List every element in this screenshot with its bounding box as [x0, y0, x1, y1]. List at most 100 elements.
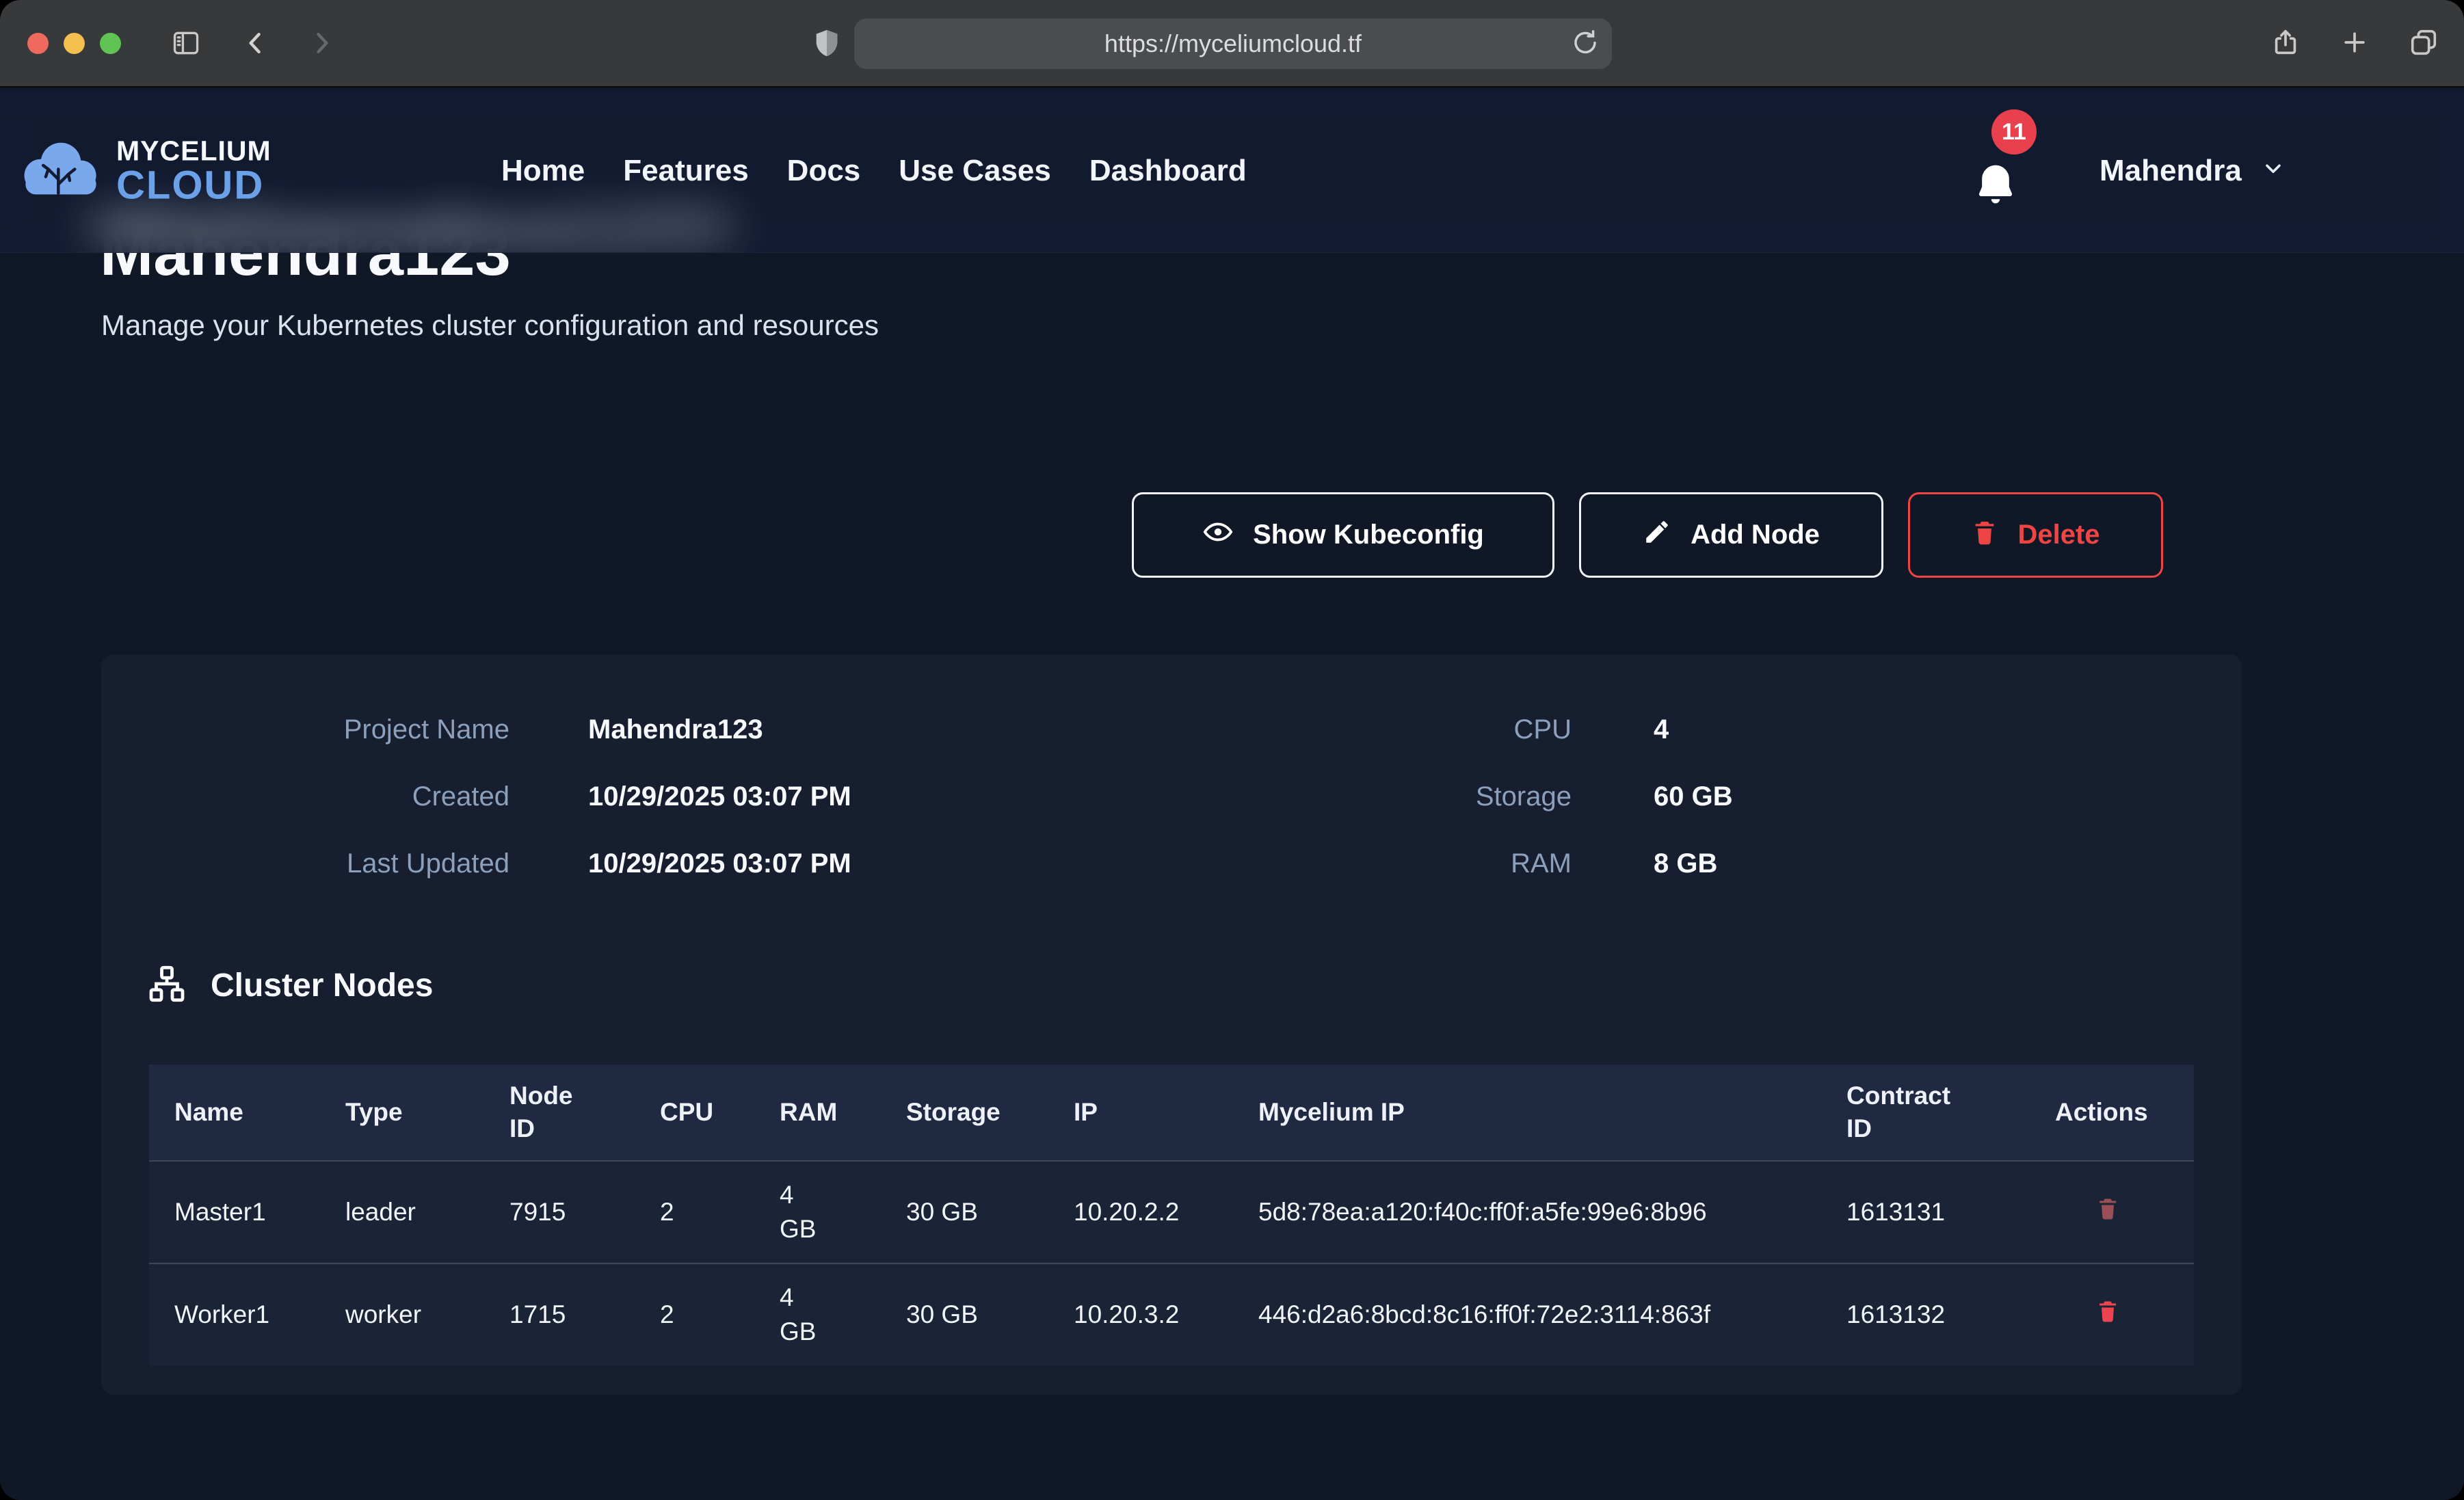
cluster-details-card: Project Name Mahendra123 Created 10/29/2…	[101, 654, 2242, 1395]
sidebar-icon	[170, 28, 202, 58]
details-right-column: CPU 4 Storage 60 GB RAM 8 GB	[1171, 714, 2242, 879]
cell-contract-id: 1613131	[1846, 1195, 2055, 1229]
forward-icon	[306, 28, 336, 58]
cluster-actions: Show Kubeconfig Add Node Delete	[1132, 492, 2163, 578]
detail-value: 10/29/2025 03:07 PM	[588, 781, 851, 812]
url-text: https://myceliumcloud.tf	[1104, 29, 1362, 58]
cell-actions	[2055, 1296, 2194, 1335]
logo[interactable]: MYCELIUM CLOUD	[21, 136, 271, 205]
nodes-table: Name Type Node ID CPU RAM Storage IP Myc…	[149, 1064, 2194, 1365]
add-node-label: Add Node	[1691, 520, 1820, 550]
col-contract-id: Contract ID	[1846, 1080, 2055, 1145]
cluster-nodes-title: Cluster Nodes	[211, 967, 433, 1004]
share-button[interactable]	[2270, 25, 2301, 62]
toolbar-right-actions	[2270, 0, 2439, 86]
nav-item-dashboard[interactable]: Dashboard	[1089, 154, 1247, 188]
cell-type: leader	[345, 1195, 509, 1229]
trash-icon	[2095, 1215, 2120, 1225]
shield-icon[interactable]	[811, 26, 843, 60]
detail-row-project-name: Project Name Mahendra123	[101, 714, 1171, 745]
table-header-row: Name Type Node ID CPU RAM Storage IP Myc…	[149, 1064, 2194, 1160]
browser-toolbar: https://myceliumcloud.tf	[0, 0, 2464, 88]
chevron-down-icon	[2261, 154, 2286, 188]
col-type: Type	[345, 1096, 509, 1129]
detail-label: Storage	[1171, 781, 1572, 812]
reload-icon	[1571, 49, 1600, 59]
share-icon	[2270, 51, 2301, 62]
nav-item-docs[interactable]: Docs	[787, 154, 861, 188]
nav-item-use-cases[interactable]: Use Cases	[899, 154, 1051, 188]
col-ram: RAM	[780, 1096, 906, 1129]
logo-line1: MYCELIUM	[116, 136, 271, 165]
detail-label: Last Updated	[101, 848, 509, 879]
user-menu[interactable]: Mahendra	[2099, 89, 2286, 252]
cell-name: Master1	[174, 1195, 345, 1229]
new-tab-button[interactable]	[2340, 27, 2370, 59]
notifications-button[interactable]: 11	[1972, 144, 2048, 232]
detail-value: Mahendra123	[588, 714, 763, 745]
minimize-window-button[interactable]	[64, 33, 85, 54]
notification-badge: 11	[1991, 109, 2037, 155]
page-content: Mahendra123 Manage your Kubernetes clust…	[0, 89, 2464, 1500]
user-name: Mahendra	[2099, 154, 2242, 188]
detail-row-created: Created 10/29/2025 03:07 PM	[101, 781, 1171, 812]
site-header: Mahendra123 MYCELIUM CLOUD	[0, 89, 2464, 253]
forward-button[interactable]	[306, 28, 336, 58]
page-subtitle: Manage your Kubernetes cluster configura…	[101, 309, 879, 342]
delete-node-button[interactable]	[2093, 1193, 2123, 1225]
detail-value: 4	[1654, 714, 1669, 745]
sidebar-toggle-button[interactable]	[170, 28, 202, 58]
cluster-nodes-icon	[146, 963, 187, 1008]
detail-row-cpu: CPU 4	[1171, 714, 2242, 745]
delete-label: Delete	[2017, 520, 2099, 550]
tab-overview-button[interactable]	[2408, 27, 2439, 60]
cell-ip: 10.20.3.2	[1074, 1298, 1258, 1332]
back-button[interactable]	[241, 28, 271, 58]
detail-label: RAM	[1171, 848, 1572, 879]
eye-icon	[1202, 516, 1234, 554]
trash-icon	[1971, 517, 1998, 554]
cell-actions	[2055, 1193, 2194, 1232]
cell-contract-id: 1613132	[1846, 1298, 2055, 1332]
delete-node-button[interactable]	[2093, 1296, 2123, 1328]
detail-label: Project Name	[101, 714, 509, 745]
show-kubeconfig-label: Show Kubeconfig	[1253, 520, 1484, 550]
detail-row-last-updated: Last Updated 10/29/2025 03:07 PM	[101, 848, 1171, 879]
detail-label: CPU	[1171, 714, 1572, 745]
cell-mycelium-ip: 446:d2a6:8bcd:8c16:ff0f:72e2:3114:863f	[1258, 1298, 1846, 1332]
cell-name: Worker1	[174, 1298, 345, 1332]
detail-value: 60 GB	[1654, 781, 1733, 812]
col-name: Name	[174, 1096, 345, 1129]
col-storage: Storage	[906, 1096, 1074, 1129]
detail-label: Created	[101, 781, 509, 812]
cell-storage: 30 GB	[906, 1195, 1074, 1229]
window-controls	[27, 33, 121, 54]
zoom-window-button[interactable]	[100, 33, 121, 54]
table-row-master1: Master1 leader 7915 2 4 GB 30 GB 10.20.2…	[149, 1160, 2194, 1263]
show-kubeconfig-button[interactable]: Show Kubeconfig	[1132, 492, 1554, 578]
col-cpu: CPU	[660, 1096, 780, 1129]
nav-item-home[interactable]: Home	[501, 154, 585, 188]
add-node-button[interactable]: Add Node	[1579, 492, 1883, 578]
cell-mycelium-ip: 5d8:78ea:a120:f40c:ff0f:a5fe:99e6:8b96	[1258, 1195, 1846, 1229]
new-tab-icon	[2340, 49, 2370, 59]
cell-ip: 10.20.2.2	[1074, 1195, 1258, 1229]
col-ip: IP	[1074, 1096, 1258, 1129]
close-window-button[interactable]	[27, 33, 49, 54]
cell-ram: 4 GB	[780, 1178, 906, 1246]
col-mycelium-ip: Mycelium IP	[1258, 1096, 1846, 1129]
cell-type: worker	[345, 1298, 509, 1332]
cell-storage: 30 GB	[906, 1298, 1074, 1332]
detail-row-storage: Storage 60 GB	[1171, 781, 2242, 812]
nav-item-features[interactable]: Features	[623, 154, 748, 188]
logo-line2: CLOUD	[116, 165, 271, 205]
address-bar[interactable]: https://myceliumcloud.tf	[854, 18, 1612, 69]
cell-node-id: 7915	[509, 1195, 660, 1229]
tab-overview-icon	[2408, 50, 2439, 60]
trash-icon	[2095, 1317, 2120, 1328]
browser-window: https://myceliumcloud.tf	[0, 0, 2464, 1500]
reload-button[interactable]	[1571, 29, 1600, 59]
cell-ram: 4 GB	[780, 1281, 906, 1349]
detail-value: 10/29/2025 03:07 PM	[588, 848, 851, 879]
delete-cluster-button[interactable]: Delete	[1908, 492, 2163, 578]
